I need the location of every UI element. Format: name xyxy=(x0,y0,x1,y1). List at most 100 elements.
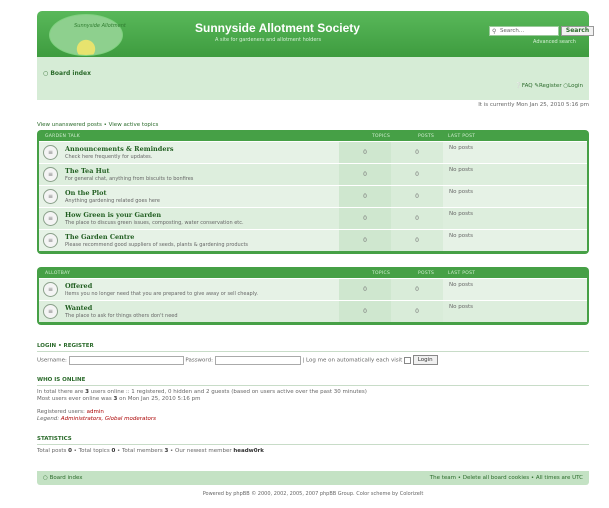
view-links: View unanswered posts • View active topi… xyxy=(37,122,158,128)
forum-read-icon: ≡ xyxy=(43,167,58,182)
remember-label: | Log me on automatically each visit xyxy=(302,357,403,364)
footer-navbar: ○ Board index The team • Delete all boar… xyxy=(37,471,589,485)
forum-read-icon: ≡ xyxy=(43,233,58,248)
max-text-a: Most users ever online was xyxy=(37,396,114,402)
faq-link[interactable]: FAQ xyxy=(522,83,533,89)
forum-title[interactable]: The Tea Hut xyxy=(65,167,110,175)
site-logo[interactable]: Sunnyside Allotment xyxy=(49,14,126,56)
forum-title[interactable]: The Garden Centre xyxy=(65,233,134,241)
forum-row[interactable]: ≡ The Garden Centre Please recommend goo… xyxy=(39,229,587,251)
view-unanswered-link[interactable]: View unanswered posts xyxy=(37,122,102,128)
category-title[interactable]: ALLOTBAY xyxy=(45,271,70,276)
forum-description: Check here frequently for updates. xyxy=(65,154,153,160)
login-section-title[interactable]: LOGIN • REGISTER xyxy=(37,343,94,349)
category-header: ALLOTBAY TOPICS POSTS LAST POST xyxy=(39,268,587,278)
forum-last-post: No posts xyxy=(449,211,473,217)
legend-label: Legend: xyxy=(37,416,61,422)
footer-board-index-link[interactable]: Board index xyxy=(50,475,83,481)
forum-read-icon: ≡ xyxy=(43,189,58,204)
forum-description: The place to discuss green issues, compo… xyxy=(65,220,244,226)
forum-row[interactable]: ≡ Announcements & Reminders Check here f… xyxy=(39,141,587,163)
category-allotbay: ALLOTBAY TOPICS POSTS LAST POST ≡ Offere… xyxy=(37,267,589,325)
divider xyxy=(37,351,589,352)
password-input[interactable] xyxy=(214,355,301,365)
login-button[interactable]: Login xyxy=(412,355,438,365)
legend-values: Administrators, Global moderators xyxy=(60,416,157,422)
forum-last-post: No posts xyxy=(449,145,473,151)
current-date: It is currently Mon Jan 25, 2010 5:16 pm xyxy=(478,102,589,108)
posts-header: POSTS xyxy=(418,271,435,276)
divider xyxy=(37,444,589,445)
username-label: Username: xyxy=(37,357,67,364)
divider xyxy=(37,385,589,386)
forum-row[interactable]: ≡ How Green is your Garden The place to … xyxy=(39,207,587,229)
navbar: ○ Board index ❔FAQ ✎Register ○Login xyxy=(37,57,589,100)
search-button[interactable]: Search xyxy=(561,26,594,36)
user-links: ❔FAQ ✎Register ○Login xyxy=(515,83,583,89)
forum-posts-count: 0 xyxy=(391,230,443,251)
forum-description: Please recommend good suppliers of seeds… xyxy=(65,242,249,248)
search-input[interactable]: ⚲ Search... xyxy=(489,26,559,36)
forum-row[interactable]: ≡ Offered Items you no longer need that … xyxy=(39,278,587,300)
advanced-search-link[interactable]: Advanced search xyxy=(533,39,576,45)
login-link[interactable]: Login xyxy=(568,83,583,89)
forum-description: Anything gardening related goes here xyxy=(65,198,160,204)
logo-text: Sunnyside Allotment xyxy=(74,23,126,29)
separator: • xyxy=(101,122,109,128)
category-garden-talk: GARDEN TALK TOPICS POSTS LAST POST ≡ Ann… xyxy=(37,130,589,254)
forum-title[interactable]: How Green is your Garden xyxy=(65,211,161,219)
forum-row[interactable]: ≡ Wanted The place to ask for things oth… xyxy=(39,300,587,322)
category-title[interactable]: GARDEN TALK xyxy=(45,134,80,139)
username-input[interactable] xyxy=(68,355,184,365)
remember-checkbox[interactable] xyxy=(404,356,412,364)
online-stats: In total there are 3 users online :: 1 r… xyxy=(37,389,367,403)
forum-last-post: No posts xyxy=(449,282,473,288)
forum-topics-count: 0 xyxy=(339,301,391,322)
register-link[interactable]: Register xyxy=(539,83,562,89)
topics-label: • Total topics xyxy=(71,448,112,454)
statistics-text: Total posts 0 • Total topics 0 • Total m… xyxy=(37,448,264,455)
forum-read-icon: ≡ xyxy=(43,282,58,297)
site-description: A site for gardeners and allotment holde… xyxy=(215,37,322,43)
registered-user-link[interactable]: admin xyxy=(87,409,104,415)
forum-posts-count: 0 xyxy=(391,186,443,207)
footer-links[interactable]: The team • Delete all board cookies • Al… xyxy=(430,475,583,481)
forum-row[interactable]: ≡ On the Plot Anything gardening related… xyxy=(39,185,587,207)
footer-breadcrumb[interactable]: ○ Board index xyxy=(43,475,83,481)
search-placeholder: Search... xyxy=(500,28,525,34)
forum-read-icon: ≡ xyxy=(43,304,58,319)
topics-header: TOPICS xyxy=(372,271,391,276)
forum-title[interactable]: On the Plot xyxy=(65,189,106,197)
forum-posts-count: 0 xyxy=(391,164,443,185)
site-header: Sunnyside Allotment Sunnyside Allotment … xyxy=(37,11,594,57)
breadcrumb[interactable]: ○ Board index xyxy=(43,70,91,77)
site-title[interactable]: Sunnyside Allotment Society xyxy=(195,21,360,35)
forum-description: For general chat, anything from biscuits… xyxy=(65,176,194,182)
forum-title[interactable]: Offered xyxy=(65,282,92,290)
forum-topics-count: 0 xyxy=(339,230,391,251)
registered-label: Registered users: xyxy=(37,409,87,415)
newest-member-link[interactable]: headw0rk xyxy=(233,448,264,454)
statistics-title: STATISTICS xyxy=(37,436,72,442)
view-active-link[interactable]: View active topics xyxy=(109,122,159,128)
topics-header: TOPICS xyxy=(372,134,391,139)
forum-topics-count: 0 xyxy=(339,186,391,207)
board-index-link[interactable]: Board index xyxy=(50,70,91,77)
forum-posts-count: 0 xyxy=(391,208,443,229)
registered-users: Registered users: admin Legend: Administ… xyxy=(37,409,156,423)
forum-title[interactable]: Wanted xyxy=(65,304,92,312)
page-wrapper: Sunnyside Allotment Sunnyside Allotment … xyxy=(29,3,597,503)
forum-topics-count: 0 xyxy=(339,164,391,185)
forum-read-icon: ≡ xyxy=(43,145,58,160)
forum-description: The place to ask for things others don't… xyxy=(65,313,178,319)
forum-last-post: No posts xyxy=(449,233,473,239)
forum-posts-count: 0 xyxy=(391,279,443,300)
search-icon: ⚲ xyxy=(492,28,497,35)
forum-topics-count: 0 xyxy=(339,142,391,163)
forum-row[interactable]: ≡ The Tea Hut For general chat, anything… xyxy=(39,163,587,185)
last-post-header: LAST POST xyxy=(448,271,476,276)
forum-topics-count: 0 xyxy=(339,208,391,229)
forum-topics-count: 0 xyxy=(339,279,391,300)
category-header: GARDEN TALK TOPICS POSTS LAST POST xyxy=(39,131,587,141)
forum-title[interactable]: Announcements & Reminders xyxy=(65,145,174,153)
